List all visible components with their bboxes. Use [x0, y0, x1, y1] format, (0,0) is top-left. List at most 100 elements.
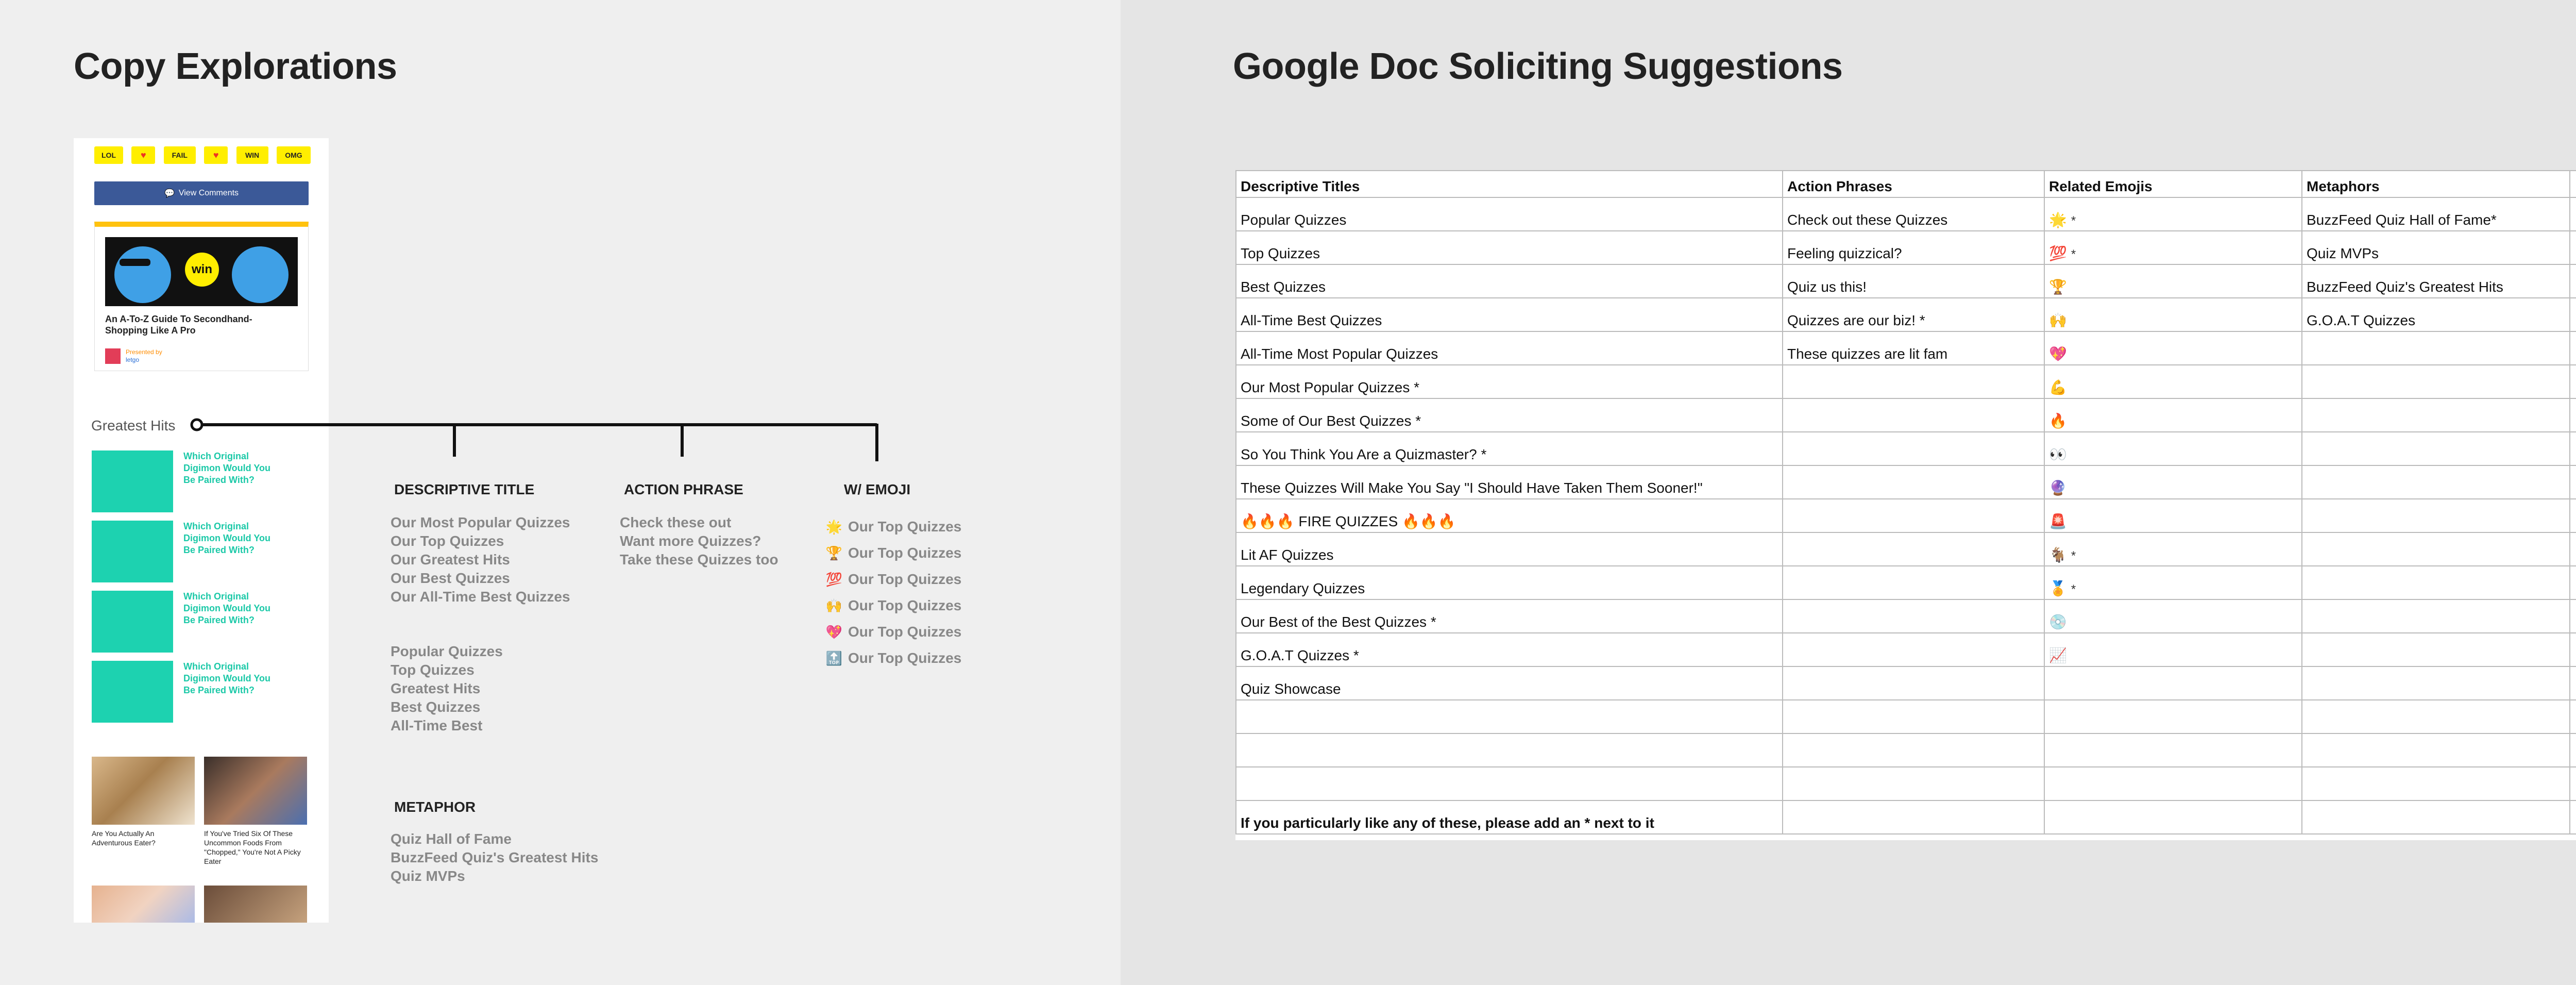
cell-action-phrase[interactable]: Quizzes are our biz! * — [1782, 297, 2045, 332]
cell-action-phrase[interactable]: Feeling quizzical? — [1782, 230, 2045, 265]
cell-related-emoji[interactable]: 🐐 * — [2044, 532, 2302, 566]
column-header[interactable] — [2569, 170, 2576, 198]
cell-descriptive-title[interactable]: So You Think You Are a Quizmaster? * — [1235, 431, 1783, 466]
column-header[interactable]: Descriptive Titles — [1235, 170, 1783, 198]
cell-related-emoji[interactable]: 🚨 — [2044, 498, 2302, 533]
cell-related-emoji[interactable]: 🔥 — [2044, 398, 2302, 432]
cell-action-phrase[interactable]: These quizzes are lit fam — [1782, 331, 2045, 365]
cell-extra[interactable] — [2569, 565, 2576, 600]
cell-metaphor[interactable]: BuzzFeed Quiz Hall of Fame* — [2301, 197, 2570, 231]
cell-action-phrase[interactable] — [1782, 431, 2045, 466]
empty-cell[interactable] — [2569, 800, 2576, 834]
cell-metaphor[interactable] — [2301, 532, 2570, 566]
cell-metaphor[interactable] — [2301, 431, 2570, 466]
note-cell[interactable]: If you particularly like any of these, p… — [1235, 800, 1783, 834]
cell-related-emoji[interactable]: 👀 — [2044, 431, 2302, 466]
cell-metaphor[interactable]: Quiz MVPs — [2301, 230, 2570, 265]
cell-extra[interactable] — [2569, 230, 2576, 265]
cell-descriptive-title[interactable]: These Quizzes Will Make You Say "I Shoul… — [1235, 465, 1783, 499]
empty-cell[interactable] — [2301, 800, 2570, 834]
cell-descriptive-title[interactable]: Legendary Quizzes — [1235, 565, 1783, 600]
cell-related-emoji[interactable]: 🙌 — [2044, 297, 2302, 332]
cell-extra[interactable] — [2569, 465, 2576, 499]
cell-action-phrase[interactable] — [1782, 364, 2045, 399]
cell-descriptive-title[interactable]: 🔥🔥🔥 FIRE QUIZZES 🔥🔥🔥 — [1235, 498, 1783, 533]
cell-action-phrase[interactable] — [1782, 766, 2045, 801]
cell-related-emoji[interactable]: 📈 — [2044, 632, 2302, 667]
cell-metaphor[interactable] — [2301, 599, 2570, 633]
cell-metaphor[interactable]: BuzzFeed Quiz's Greatest Hits — [2301, 264, 2570, 298]
cell-extra[interactable] — [2569, 666, 2576, 700]
cell-action-phrase[interactable] — [1782, 599, 2045, 633]
cell-related-emoji[interactable]: 💖 — [2044, 331, 2302, 365]
cell-related-emoji[interactable] — [2044, 766, 2302, 801]
cell-action-phrase[interactable] — [1782, 733, 2045, 767]
column-header[interactable]: Related Emojis — [2044, 170, 2302, 198]
cell-extra[interactable] — [2569, 599, 2576, 633]
cell-extra[interactable] — [2569, 431, 2576, 466]
cell-descriptive-title[interactable]: Popular Quizzes — [1235, 197, 1783, 231]
empty-cell[interactable] — [2044, 800, 2302, 834]
column-header[interactable]: Metaphors — [2301, 170, 2570, 198]
cell-metaphor[interactable] — [2301, 398, 2570, 432]
cell-descriptive-title[interactable]: All-Time Best Quizzes — [1235, 297, 1783, 332]
cell-metaphor[interactable] — [2301, 632, 2570, 667]
cell-descriptive-title[interactable]: G.O.A.T Quizzes * — [1235, 632, 1783, 667]
cell-metaphor[interactable] — [2301, 699, 2570, 734]
cell-related-emoji[interactable]: 🔮 — [2044, 465, 2302, 499]
cell-descriptive-title[interactable]: Our Most Popular Quizzes * — [1235, 364, 1783, 399]
cell-descriptive-title[interactable]: Quiz Showcase — [1235, 666, 1783, 700]
cell-extra[interactable] — [2569, 197, 2576, 231]
cell-extra[interactable] — [2569, 264, 2576, 298]
cell-extra[interactable] — [2569, 297, 2576, 332]
cell-related-emoji[interactable]: 💿 — [2044, 599, 2302, 633]
cell-extra[interactable] — [2569, 398, 2576, 432]
cell-descriptive-title[interactable]: All-Time Most Popular Quizzes — [1235, 331, 1783, 365]
cell-related-emoji[interactable]: 💪 — [2044, 364, 2302, 399]
cell-action-phrase[interactable] — [1782, 465, 2045, 499]
cell-extra[interactable] — [2569, 766, 2576, 801]
cell-metaphor[interactable] — [2301, 498, 2570, 533]
cell-metaphor[interactable] — [2301, 465, 2570, 499]
cell-extra[interactable] — [2569, 364, 2576, 399]
cell-metaphor[interactable] — [2301, 331, 2570, 365]
cell-related-emoji[interactable] — [2044, 666, 2302, 700]
cell-metaphor[interactable] — [2301, 733, 2570, 767]
cell-descriptive-title[interactable] — [1235, 699, 1783, 734]
cell-related-emoji[interactable]: 🌟 * — [2044, 197, 2302, 231]
cell-action-phrase[interactable] — [1782, 532, 2045, 566]
cell-metaphor[interactable] — [2301, 766, 2570, 801]
cell-descriptive-title[interactable]: Our Best of the Best Quizzes * — [1235, 599, 1783, 633]
cell-descriptive-title[interactable]: Best Quizzes — [1235, 264, 1783, 298]
cell-related-emoji[interactable] — [2044, 699, 2302, 734]
cell-descriptive-title[interactable]: Some of Our Best Quizzes * — [1235, 398, 1783, 432]
cell-action-phrase[interactable]: Quiz us this! — [1782, 264, 2045, 298]
cell-extra[interactable] — [2569, 632, 2576, 667]
cell-related-emoji[interactable]: 🏅 * — [2044, 565, 2302, 600]
cell-action-phrase[interactable]: Check out these Quizzes — [1782, 197, 2045, 231]
cell-descriptive-title[interactable] — [1235, 733, 1783, 767]
cell-related-emoji[interactable] — [2044, 733, 2302, 767]
cell-action-phrase[interactable] — [1782, 398, 2045, 432]
cell-action-phrase[interactable] — [1782, 498, 2045, 533]
cell-metaphor[interactable] — [2301, 666, 2570, 700]
cell-related-emoji[interactable]: 🏆 — [2044, 264, 2302, 298]
cell-extra[interactable] — [2569, 532, 2576, 566]
cell-action-phrase[interactable] — [1782, 666, 2045, 700]
cell-descriptive-title[interactable] — [1235, 766, 1783, 801]
cell-extra[interactable] — [2569, 498, 2576, 533]
cell-metaphor[interactable] — [2301, 565, 2570, 600]
column-header[interactable]: Action Phrases — [1782, 170, 2045, 198]
cell-extra[interactable] — [2569, 733, 2576, 767]
cell-descriptive-title[interactable]: Lit AF Quizzes — [1235, 532, 1783, 566]
cell-action-phrase[interactable] — [1782, 565, 2045, 600]
cell-descriptive-title[interactable]: Top Quizzes — [1235, 230, 1783, 265]
cell-extra[interactable] — [2569, 699, 2576, 734]
cell-extra[interactable] — [2569, 331, 2576, 365]
cell-action-phrase[interactable] — [1782, 699, 2045, 734]
cell-metaphor[interactable]: G.O.A.T Quizzes — [2301, 297, 2570, 332]
empty-cell[interactable] — [1782, 800, 2045, 834]
cell-related-emoji[interactable]: 💯 * — [2044, 230, 2302, 265]
cell-metaphor[interactable] — [2301, 364, 2570, 399]
cell-action-phrase[interactable] — [1782, 632, 2045, 667]
